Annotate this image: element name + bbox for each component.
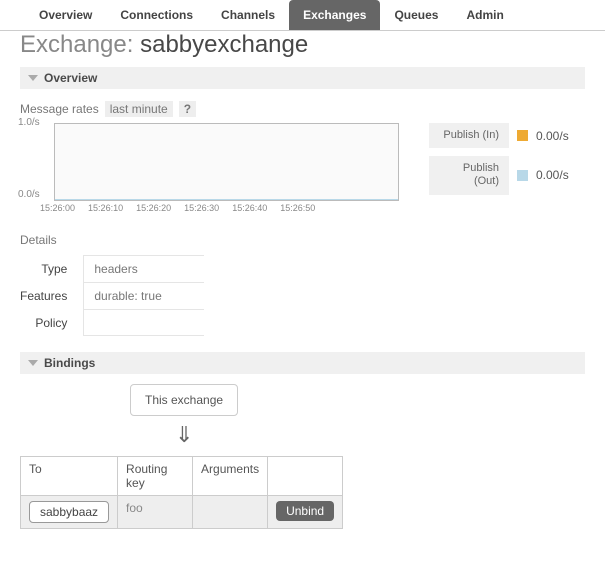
bindings-th-action	[268, 457, 343, 496]
xaxis-tick: 15:26:20	[136, 203, 171, 213]
tab-overview[interactable]: Overview	[25, 0, 106, 30]
tab-queues[interactable]: Queues	[380, 0, 452, 30]
xaxis-tick: 15:26:30	[184, 203, 219, 213]
yaxis-min: 0.0/s	[18, 189, 40, 200]
rates-range-selector[interactable]: last minute	[105, 101, 173, 117]
details-policy-label: Policy	[20, 310, 84, 336]
tab-admin[interactable]: Admin	[452, 0, 517, 30]
yaxis-max: 1.0/s	[18, 117, 40, 128]
xaxis-tick: 15:26:40	[232, 203, 267, 213]
message-rates-row: Message rates last minute ?	[20, 101, 585, 117]
legend-value: 0.00/s	[536, 168, 569, 182]
legend-label: Publish (Out)	[429, 156, 509, 194]
this-exchange-box: This exchange	[130, 384, 238, 416]
section-bindings-label: Bindings	[44, 356, 95, 370]
section-bindings-toggle[interactable]: Bindings	[20, 352, 585, 374]
details-heading: Details	[20, 233, 585, 247]
binding-routing-key: foo	[118, 496, 193, 529]
chevron-down-icon	[28, 360, 38, 366]
title-name: sabbyexchange	[140, 31, 308, 58]
section-overview-label: Overview	[44, 71, 97, 85]
tab-exchanges[interactable]: Exchanges	[289, 0, 380, 30]
legend-label: Publish (In)	[429, 123, 509, 148]
legend-publish-in: Publish (In) 0.00/s	[429, 123, 569, 148]
unbind-button[interactable]: Unbind	[276, 501, 334, 521]
rates-label: Message rates	[20, 102, 99, 116]
main-tabs: Overview Connections Channels Exchanges …	[0, 0, 605, 31]
xaxis-tick: 15:26:10	[88, 203, 123, 213]
message-rate-chart: 1.0/s 0.0/s 15:26:00 15:26:10 15:26:20 1…	[20, 123, 399, 213]
details-features-value: durable: true	[84, 283, 204, 310]
details-type-label: Type	[20, 256, 84, 283]
bindings-th-to: To	[21, 457, 118, 496]
legend-publish-out: Publish (Out) 0.00/s	[429, 156, 569, 194]
details-type-value: headers	[84, 256, 204, 283]
binding-destination-button[interactable]: sabbybaaz	[29, 501, 109, 523]
xaxis-tick: 15:26:50	[280, 203, 315, 213]
table-row: sabbybaaz foo Unbind	[21, 496, 343, 529]
legend-value: 0.00/s	[536, 129, 569, 143]
xaxis-ticks: 15:26:00 15:26:10 15:26:20 15:26:30 15:2…	[40, 203, 399, 213]
bindings-th-arguments: Arguments	[193, 457, 268, 496]
xaxis-tick: 15:26:00	[40, 203, 75, 213]
tab-connections[interactable]: Connections	[106, 0, 207, 30]
legend-swatch-blue	[517, 170, 528, 181]
chart-plot-area	[54, 123, 399, 201]
chart-series-line	[55, 199, 398, 200]
details-policy-value	[84, 310, 204, 336]
bindings-th-routing-key: Routing key	[118, 457, 193, 496]
bindings-table: To Routing key Arguments sabbybaaz foo U…	[20, 456, 343, 529]
chart-legend: Publish (In) 0.00/s Publish (Out) 0.00/s	[429, 123, 569, 195]
arrow-down-icon: ⇓	[175, 422, 193, 448]
details-features-label: Features	[20, 283, 84, 310]
page-title: Exchange: sabbyexchange	[20, 31, 585, 59]
binding-arguments	[193, 496, 268, 529]
legend-swatch-orange	[517, 130, 528, 141]
title-prefix: Exchange:	[20, 31, 140, 58]
section-overview-toggle[interactable]: Overview	[20, 67, 585, 89]
chevron-down-icon	[28, 75, 38, 81]
details-table: Type headers Features durable: true Poli…	[20, 255, 204, 336]
rates-help-icon[interactable]: ?	[179, 101, 196, 117]
tab-channels[interactable]: Channels	[207, 0, 289, 30]
